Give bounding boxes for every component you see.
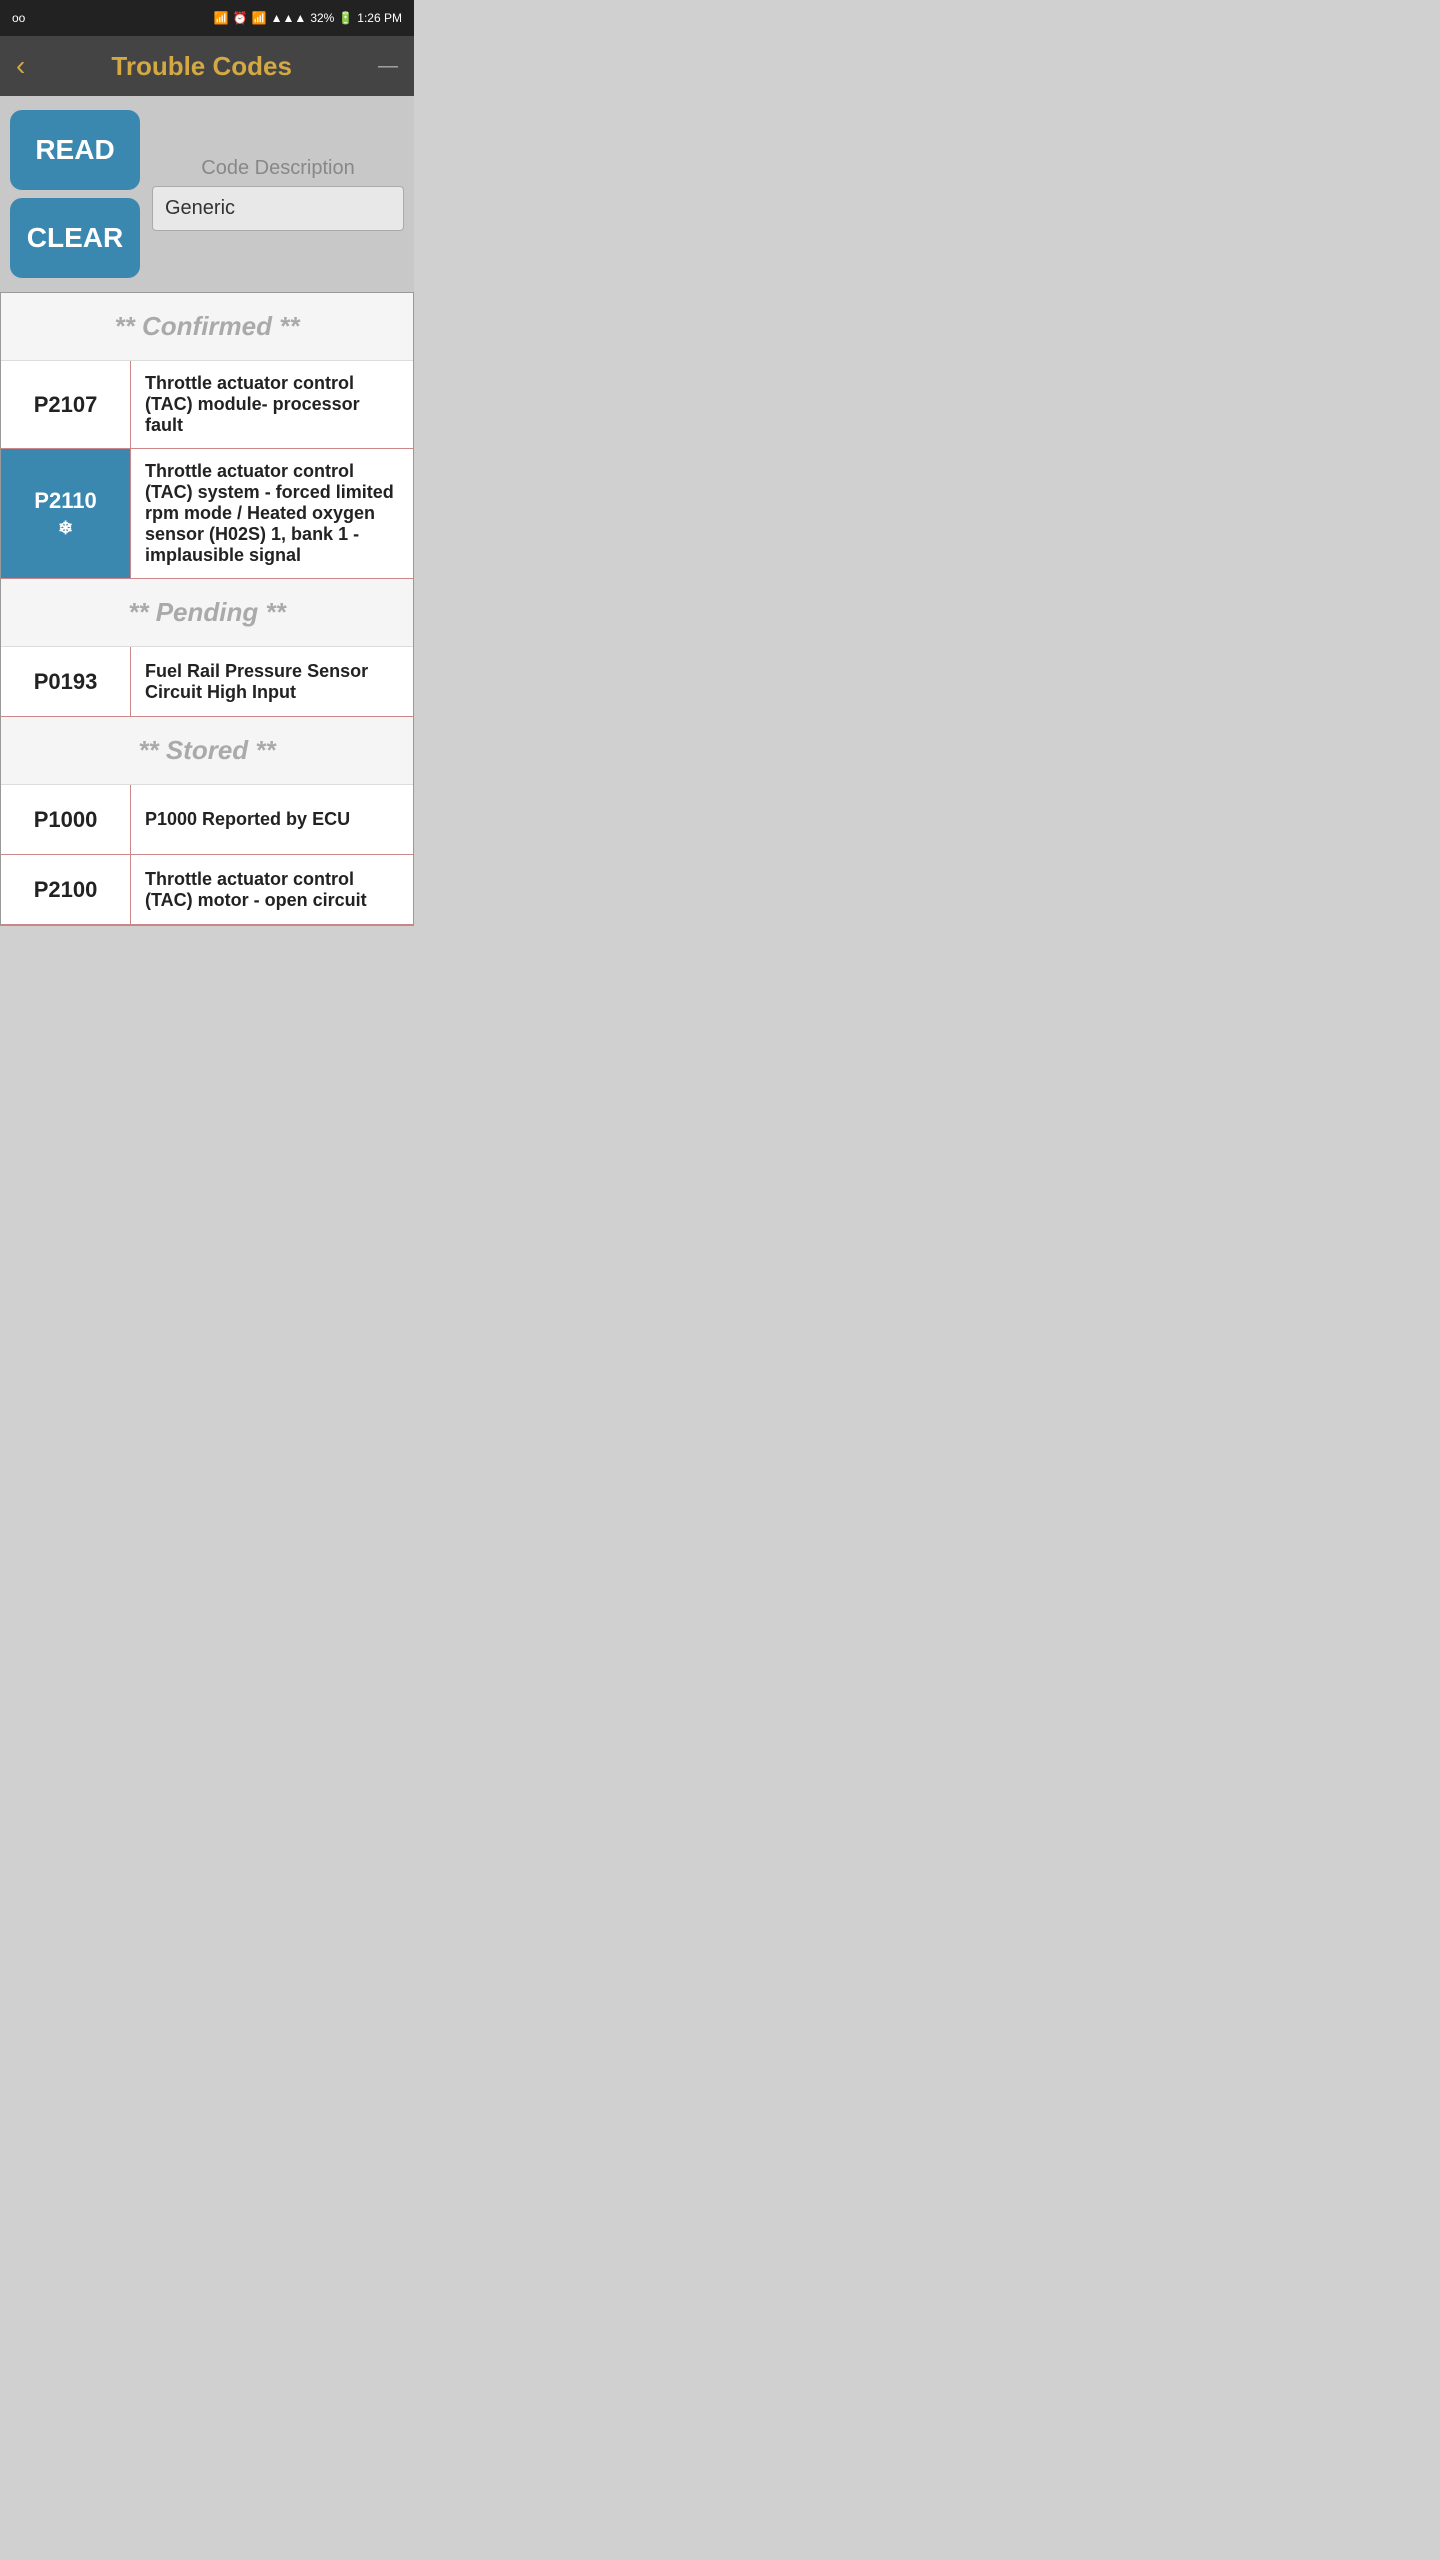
- battery-icon: 🔋: [338, 11, 353, 25]
- controls-area: READ CLEAR Code Description: [0, 96, 414, 292]
- dtc-code: P2110: [34, 488, 96, 514]
- back-button[interactable]: ‹: [16, 50, 25, 82]
- table-row[interactable]: P2107 Throttle actuator control (TAC) mod…: [1, 361, 413, 449]
- dtc-code-cell: P1000: [1, 785, 131, 854]
- status-right: 📶 ⏰ 📶 ▲▲▲ 32% 🔋 1:26 PM: [214, 11, 402, 25]
- status-bar: oo 📶 ⏰ 📶 ▲▲▲ 32% 🔋 1:26 PM: [0, 0, 414, 36]
- dtc-code: P1000: [34, 807, 98, 833]
- read-button[interactable]: READ: [10, 110, 140, 190]
- bluetooth-icon: 📶: [214, 11, 229, 25]
- clear-button[interactable]: CLEAR: [10, 198, 140, 278]
- codes-table: ** Confirmed ** P2107 Throttle actuator co…: [0, 292, 414, 926]
- freeze-frame-icon: ❄: [58, 518, 73, 539]
- dtc-code-cell: P2110 ❄: [1, 449, 131, 578]
- table-row[interactable]: P2110 ❄ Throttle actuator control (TAC) sy…: [1, 449, 413, 579]
- table-row[interactable]: P0193 Fuel Rail Pressure Sensor Circuit H…: [1, 647, 413, 717]
- code-desc-label: Code Description: [152, 157, 404, 180]
- action-buttons: READ CLEAR: [10, 110, 140, 278]
- clock: 1:26 PM: [357, 11, 402, 25]
- code-desc-panel: Code Description: [152, 157, 404, 231]
- wifi-icon: 📶: [252, 11, 267, 25]
- table-row[interactable]: P2100 Throttle actuator control (TAC) mot…: [1, 855, 413, 925]
- dtc-code-cell: P2107: [1, 361, 131, 448]
- status-left: oo: [12, 11, 25, 25]
- section-header-stored: ** Stored **: [1, 717, 413, 785]
- dtc-description: Fuel Rail Pressure Sensor Circuit High I…: [131, 647, 413, 716]
- app-header: ‹ Trouble Codes —: [0, 36, 414, 96]
- dtc-code: P0193: [34, 669, 98, 695]
- dtc-description: P1000 Reported by ECU: [131, 785, 413, 854]
- dtc-code-cell: P0193: [1, 647, 131, 716]
- alarm-icon: ⏰: [233, 11, 248, 25]
- section-header-confirmed: ** Confirmed **: [1, 293, 413, 361]
- dtc-description: Throttle actuator control (TAC) system -…: [131, 449, 413, 578]
- dtc-code: P2100: [34, 877, 98, 903]
- code-desc-input[interactable]: [152, 186, 404, 231]
- minimize-button[interactable]: —: [378, 56, 398, 76]
- dtc-code: P2107: [34, 392, 98, 418]
- section-header-pending: ** Pending **: [1, 579, 413, 647]
- page-title: Trouble Codes: [25, 51, 378, 82]
- signal-icon: ▲▲▲: [271, 11, 307, 25]
- dtc-code-cell: P2100: [1, 855, 131, 924]
- dtc-description: Throttle actuator control (TAC) motor - …: [131, 855, 413, 924]
- battery-percent: 32%: [310, 11, 334, 25]
- dtc-description: Throttle actuator control (TAC) module- …: [131, 361, 413, 448]
- table-row[interactable]: P1000 P1000 Reported by ECU: [1, 785, 413, 855]
